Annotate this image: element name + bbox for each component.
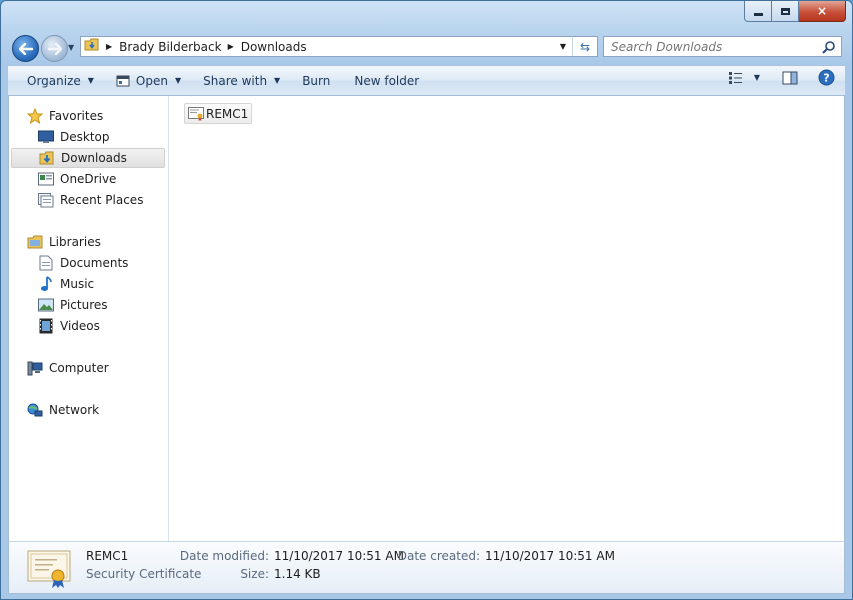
size-value: 1.14 KB xyxy=(274,567,321,581)
minimize-button[interactable] xyxy=(744,1,772,22)
help-button[interactable]: ? xyxy=(818,69,835,86)
music-note-icon xyxy=(38,276,54,292)
share-with-label: Share with xyxy=(203,73,268,88)
search-input[interactable] xyxy=(604,37,811,56)
nav-desktop[interactable]: Desktop xyxy=(11,127,192,147)
breadcrumb-arrow-icon[interactable]: ▶ xyxy=(106,42,112,51)
explorer-window: × ▼ ▶ Brady Bilderback ▶ Downloads ▼ ⇆ O… xyxy=(0,0,853,600)
caption-buttons: × xyxy=(744,1,846,22)
star-icon xyxy=(27,108,43,124)
close-icon: × xyxy=(816,4,828,18)
chevron-down-icon: ▼ xyxy=(174,76,182,85)
nav-videos[interactable]: Videos xyxy=(11,316,192,336)
nav-pictures-label: Pictures xyxy=(60,298,108,312)
documents-icon xyxy=(38,255,54,271)
details-pane: REMC1 Security Certificate Date modified… xyxy=(8,541,845,594)
nav-favorites-label: Favorites xyxy=(49,109,104,123)
chevron-down-icon: ▼ xyxy=(274,76,281,85)
new-folder-button[interactable]: New folder xyxy=(345,69,428,93)
arrow-left-icon xyxy=(18,42,33,55)
nav-computer[interactable]: Computer xyxy=(11,358,181,378)
nav-videos-label: Videos xyxy=(60,319,100,333)
recent-places-icon xyxy=(38,192,54,208)
nav-downloads[interactable]: Downloads xyxy=(11,148,165,168)
command-bar: Organize ▼ Open ▼ Share with ▼ Burn New fol… xyxy=(8,65,845,96)
size-label: Size: xyxy=(240,567,269,581)
nav-computer-label: Computer xyxy=(49,361,109,375)
date-created-label: Date created: xyxy=(397,549,480,563)
libraries-icon xyxy=(27,234,43,250)
computer-icon xyxy=(27,360,43,376)
file-item[interactable]: REMC1 xyxy=(184,103,253,124)
nav-desktop-label: Desktop xyxy=(60,130,110,144)
certificate-icon xyxy=(188,106,204,121)
view-details-icon xyxy=(728,71,742,84)
pictures-icon xyxy=(38,297,54,313)
search-box[interactable] xyxy=(603,36,842,57)
change-view-button[interactable] xyxy=(728,71,744,85)
nav-recent-places[interactable]: Recent Places xyxy=(11,190,192,210)
nav-music-label: Music xyxy=(60,277,95,291)
downloads-folder-icon xyxy=(39,150,55,166)
nav-favorites[interactable]: Favorites xyxy=(11,106,181,126)
nav-pictures[interactable]: Pictures xyxy=(11,295,192,315)
nav-libraries-label: Libraries xyxy=(49,235,101,249)
chevron-down-icon: ▼ xyxy=(87,76,94,85)
toolbar-right-group: ▼ ? xyxy=(728,69,835,86)
nav-onedrive[interactable]: OneDrive xyxy=(11,169,192,189)
back-button[interactable] xyxy=(12,35,39,62)
file-name: REMC1 xyxy=(206,106,249,121)
content-area: Favorites Desktop Downloads OneDrive Rec… xyxy=(8,96,845,541)
burn-button[interactable]: Burn xyxy=(293,69,339,93)
maximize-icon xyxy=(780,7,790,15)
date-modified-value: 11/10/2017 10:51 AM xyxy=(274,549,404,563)
organize-label: Organize xyxy=(27,73,81,88)
svg-text:?: ? xyxy=(823,72,829,85)
breadcrumb-downloads[interactable]: Downloads xyxy=(241,40,307,54)
address-dropdown-icon[interactable]: ▼ xyxy=(555,37,571,56)
nav-downloads-label: Downloads xyxy=(61,151,127,165)
recent-locations-dropdown[interactable]: ▼ xyxy=(68,43,74,52)
open-label: Open xyxy=(135,73,168,88)
refresh-icon[interactable]: ⇆ xyxy=(572,37,597,56)
forward-button[interactable] xyxy=(41,35,68,62)
preview-pane-icon xyxy=(782,71,798,84)
navigation-pane: Favorites Desktop Downloads OneDrive Rec… xyxy=(9,96,169,541)
burn-label: Burn xyxy=(302,73,331,88)
nav-libraries[interactable]: Libraries xyxy=(11,232,181,252)
folder-icon xyxy=(84,38,100,55)
minimize-icon xyxy=(753,12,763,16)
search-icon[interactable] xyxy=(822,40,836,54)
breadcrumb-user[interactable]: Brady Bilderback xyxy=(119,40,221,54)
certificate-large-icon xyxy=(27,550,71,588)
open-button[interactable]: Open ▼ xyxy=(107,69,190,93)
network-icon xyxy=(27,402,43,418)
change-view-dropdown[interactable]: ▼ xyxy=(754,73,760,82)
share-with-button[interactable]: Share with ▼ xyxy=(194,69,289,93)
help-icon: ? xyxy=(818,69,835,86)
organize-button[interactable]: Organize ▼ xyxy=(18,69,103,93)
close-button[interactable]: × xyxy=(799,1,846,22)
nav-documents[interactable]: Documents xyxy=(11,253,192,273)
new-folder-label: New folder xyxy=(354,73,420,88)
maximize-button[interactable] xyxy=(772,1,799,22)
nav-onedrive-label: OneDrive xyxy=(60,172,117,186)
breadcrumb-arrow-icon[interactable]: ▶ xyxy=(228,42,234,51)
nav-recent-places-label: Recent Places xyxy=(60,193,144,207)
open-app-icon xyxy=(116,75,130,86)
details-file-name: REMC1 xyxy=(86,549,129,563)
onedrive-icon xyxy=(38,171,54,187)
nav-music[interactable]: Music xyxy=(11,274,192,294)
date-created-value: 11/10/2017 10:51 AM xyxy=(485,549,615,563)
nav-documents-label: Documents xyxy=(60,256,129,270)
nav-network-label: Network xyxy=(49,403,100,417)
videos-icon xyxy=(38,318,54,334)
nav-network[interactable]: Network xyxy=(11,400,181,420)
arrow-right-icon xyxy=(47,42,62,55)
preview-pane-button[interactable] xyxy=(782,71,798,85)
desktop-icon xyxy=(38,129,54,145)
date-modified-label: Date modified: xyxy=(179,549,269,563)
address-bar[interactable]: ▶ Brady Bilderback ▶ Downloads ▼ ⇆ xyxy=(80,36,598,57)
